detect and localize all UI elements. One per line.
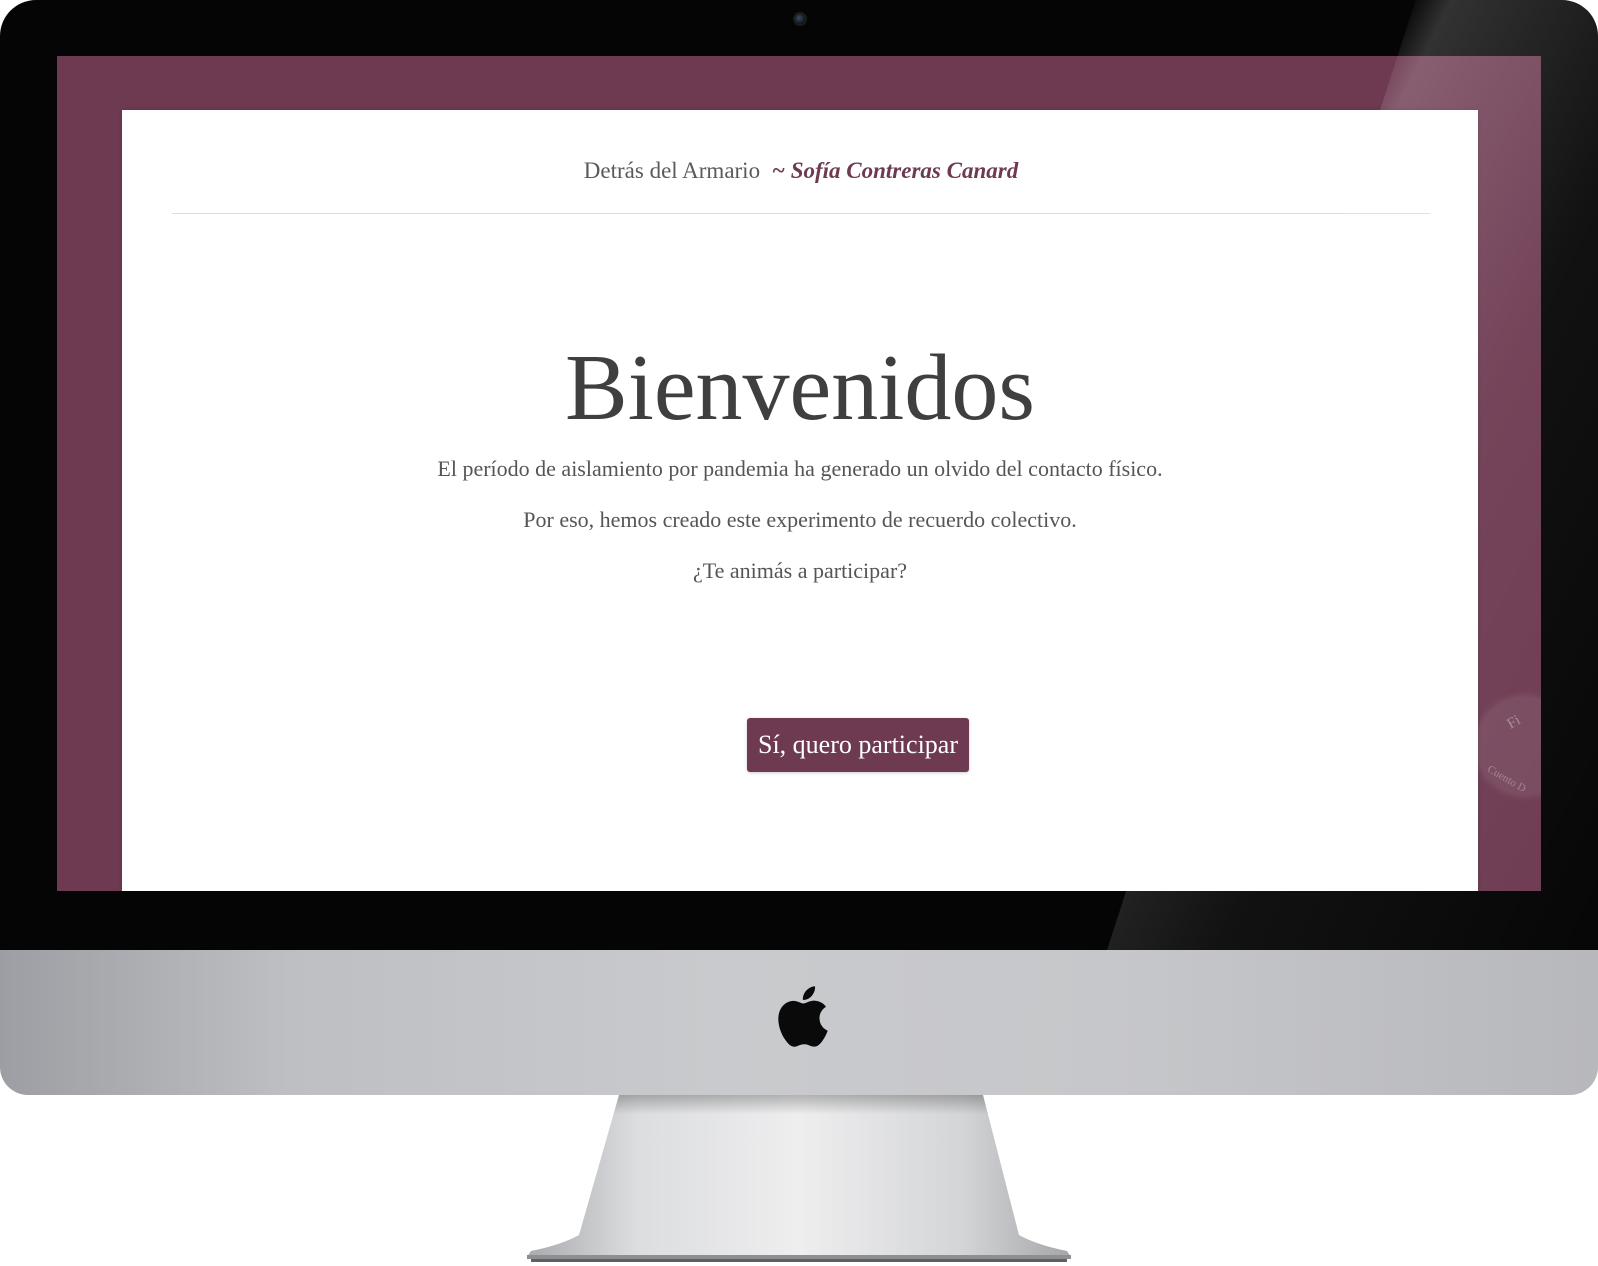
header-divider (172, 213, 1430, 214)
apple-logo-icon (778, 986, 828, 1047)
site-author[interactable]: Sofía Contreras Canard (791, 158, 1019, 183)
imac-bezel: Detrás del Armario ~ Sofía Contreras Can… (0, 0, 1598, 950)
site-header[interactable]: Detrás del Armario ~ Sofía Contreras Can… (172, 158, 1430, 184)
site-title[interactable]: Detrás del Armario (584, 158, 760, 183)
imac-screen: Detrás del Armario ~ Sofía Contreras Can… (57, 56, 1541, 891)
floating-badge-bottom-text: Cuento D (1485, 763, 1528, 795)
floating-badge-top-text: Fi (1504, 712, 1524, 733)
participate-button[interactable]: Sí, quero participar (747, 718, 969, 772)
hero-line-3: ¿Te animás a participar? (692, 558, 908, 583)
camera-icon (795, 14, 805, 24)
hero-line-1: El período de aislamiento por pandemia h… (437, 456, 1163, 481)
site-title-separator: ~ (771, 158, 785, 183)
imac-stand (527, 1095, 1071, 1262)
hero-line-2: Por eso, hemos creado este experimento d… (523, 507, 1077, 532)
imac-mockup: Detrás del Armario ~ Sofía Contreras Can… (0, 0, 1598, 1266)
page-card: Detrás del Armario ~ Sofía Contreras Can… (122, 110, 1478, 891)
hero-heading: Bienvenidos (565, 336, 1035, 440)
